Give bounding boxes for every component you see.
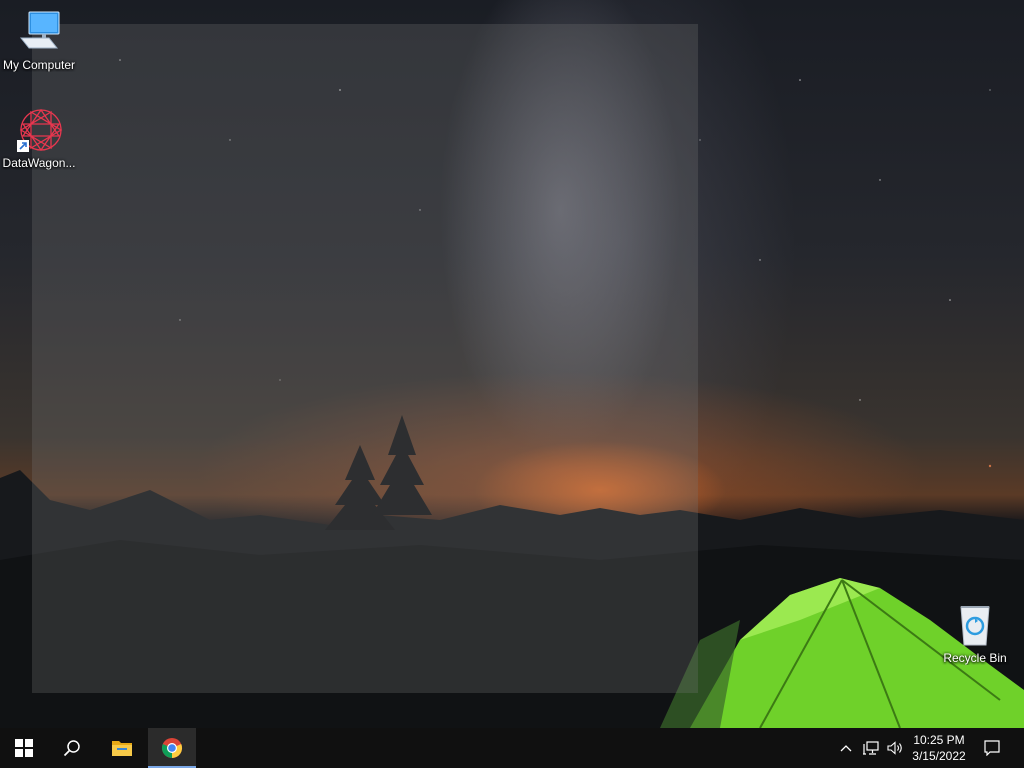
search-button[interactable] [48, 728, 96, 768]
desktop-icon-recycle-bin[interactable]: Recycle Bin [937, 601, 1013, 665]
chrome-icon [161, 738, 183, 759]
computer-icon [15, 8, 63, 56]
taskbar-chrome[interactable] [148, 728, 196, 768]
recycle-bin-icon [951, 601, 999, 649]
datawagon-icon [15, 106, 63, 154]
desktop-icon-label: DataWagon... [2, 156, 76, 170]
translucent-overlay [32, 24, 698, 693]
action-center-button[interactable] [978, 728, 1006, 768]
network-icon [863, 741, 879, 755]
taskbar-file-explorer[interactable] [98, 728, 146, 768]
desktop-icon-my-computer[interactable]: My Computer [1, 8, 77, 72]
file-explorer-icon [112, 741, 132, 756]
desktop-icon-datawagon[interactable]: DataWagon... [1, 106, 77, 170]
clock-time: 10:25 PM [913, 733, 965, 747]
tray-network-button[interactable] [860, 728, 882, 768]
clock-date: 3/15/2022 [912, 749, 966, 763]
windows-start-icon [15, 739, 33, 757]
search-icon [63, 740, 80, 757]
chevron-up-icon [840, 745, 852, 752]
action-center-icon [984, 740, 1000, 756]
desktop-icon-label: Recycle Bin [943, 651, 1007, 665]
taskbar-clock[interactable]: 10:25 PM 3/15/2022 [900, 728, 978, 768]
start-button[interactable] [0, 728, 48, 768]
taskbar: 10:25 PM 3/15/2022 [0, 728, 1024, 768]
tray-overflow-button[interactable] [836, 728, 856, 768]
desktop-icon-label: My Computer [2, 58, 76, 72]
